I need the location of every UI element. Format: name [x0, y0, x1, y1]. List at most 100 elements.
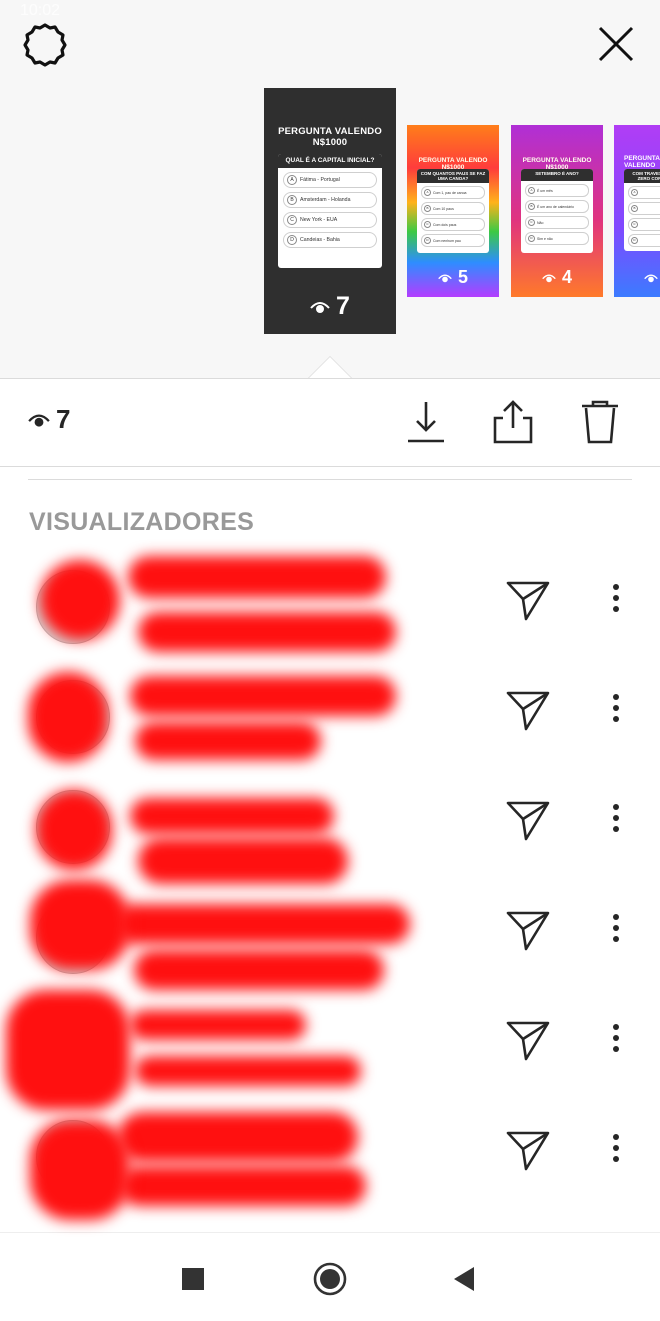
quiz-option: A Fátima - Portugal: [283, 172, 377, 188]
quiz-option: C: [628, 218, 660, 231]
selected-story-pointer: [308, 356, 352, 378]
more-vertical-icon: [613, 1046, 619, 1052]
recents-button[interactable]: [171, 1257, 215, 1301]
quiz-question: SETEMBRO É ANO?: [521, 169, 593, 181]
quiz-option: D Sim e não: [525, 232, 589, 245]
redaction-scribble: [40, 560, 120, 640]
send-message-button[interactable]: [505, 1130, 551, 1172]
send-message-button[interactable]: [505, 910, 551, 952]
more-vertical-icon: [613, 595, 619, 601]
quiz-option: C Não: [525, 216, 589, 229]
divider: [0, 466, 660, 467]
send-message-button[interactable]: [505, 690, 551, 732]
redaction-scribble: [130, 798, 334, 834]
more-vertical-icon: [613, 914, 619, 920]
more-vertical-icon: [613, 1134, 619, 1140]
redaction-scribble: [120, 1166, 366, 1206]
option-letter: A: [424, 189, 431, 196]
quiz-card: SETEMBRO É ANO? AÉ um mês BÉ um ano de c…: [521, 169, 593, 253]
option-letter: D: [528, 235, 535, 242]
option-text: Com 1, pau de canoa: [433, 190, 467, 195]
quiz-question: COM QUANTOS PAUS SE FAZ UMA CANOA?: [417, 169, 489, 183]
more-options-button[interactable]: [604, 798, 628, 838]
trash-icon: [582, 400, 618, 444]
option-letter: B: [287, 195, 297, 205]
home-button[interactable]: [308, 1257, 352, 1301]
story-thumbnail-selected[interactable]: PERGUNTA VALENDO N$1000 QUAL É A CAPITAL…: [264, 88, 396, 334]
send-message-button[interactable]: [505, 800, 551, 842]
more-vertical-icon: [613, 936, 619, 942]
send-icon: [506, 801, 550, 841]
more-options-button[interactable]: [604, 688, 628, 728]
quiz-option: A: [628, 186, 660, 199]
stories-strip: 10:02 PERGUNTA VALENDO N$1000 QUAL É A C…: [0, 0, 660, 379]
story-views: 5: [457, 267, 468, 287]
quiz-option: D Candeias - Bahia: [283, 232, 377, 248]
close-button[interactable]: [594, 22, 638, 66]
story-view-count: 4: [511, 267, 603, 288]
delete-button[interactable]: [578, 398, 622, 446]
quiz-option: AÉ um mês: [525, 184, 589, 197]
more-vertical-icon: [613, 804, 619, 810]
option-letter: B: [424, 205, 431, 212]
quiz-option: C New York - EUA: [283, 212, 377, 228]
option-text: Fátima - Portugal: [300, 177, 340, 183]
story-thumbnail[interactable]: PERGUNTA VALENDO N$1000 COM QUANTOS PAUS…: [407, 125, 499, 297]
redaction-scribble: [130, 676, 396, 716]
more-options-button[interactable]: [604, 1128, 628, 1168]
more-vertical-icon: [613, 584, 619, 590]
more-vertical-icon: [613, 1024, 619, 1030]
send-message-button[interactable]: [505, 580, 551, 622]
redaction-scribble: [30, 1120, 130, 1220]
eye-icon: [438, 274, 452, 283]
option-letter: B: [631, 205, 638, 212]
option-letter: D: [287, 235, 297, 245]
send-icon: [506, 911, 550, 951]
option-text: Candeias - Bahia: [300, 237, 340, 243]
redaction-scribble: [118, 1112, 358, 1162]
option-text: É um ano de calendário: [537, 204, 574, 209]
option-letter: A: [528, 187, 535, 194]
option-letter: D: [631, 237, 638, 244]
send-icon: [506, 1131, 550, 1171]
quiz-card: QUAL É A CAPITAL INICIAL? A Fátima - Port…: [278, 154, 382, 268]
redaction-scribble: [134, 950, 384, 990]
more-vertical-icon: [613, 925, 619, 931]
more-vertical-icon: [613, 1035, 619, 1041]
story-thumbnail[interactable]: PERGUNTA VALENDO COM TRAVESSA DE ZERO CO…: [614, 125, 660, 297]
option-text: New York - EUA: [300, 217, 338, 223]
quiz-option: D Com nenhum pau: [421, 234, 485, 247]
share-button[interactable]: [491, 398, 535, 446]
more-vertical-icon: [613, 1145, 619, 1151]
more-options-button[interactable]: [604, 578, 628, 618]
option-text: Amsterdam - Holanda: [300, 197, 351, 203]
option-letter: C: [287, 215, 297, 225]
story-thumbnail[interactable]: PERGUNTA VALENDO N$1000 SETEMBRO É ANO? …: [511, 125, 603, 297]
option-text: Não: [537, 220, 544, 225]
views-summary: 7: [28, 404, 70, 435]
quiz-question: QUAL É A CAPITAL INICIAL?: [278, 154, 382, 168]
send-message-button[interactable]: [505, 1020, 551, 1062]
quiz-option: B: [628, 202, 660, 215]
more-options-button[interactable]: [604, 908, 628, 948]
android-nav-bar: [0, 1232, 660, 1321]
download-button[interactable]: [404, 398, 448, 446]
option-text: É um mês: [537, 188, 553, 193]
settings-button[interactable]: [22, 22, 68, 68]
story-title: PERGUNTA VALENDO: [624, 155, 660, 169]
quiz-option: B Amsterdam - Holanda: [283, 192, 377, 208]
close-icon: [598, 26, 634, 62]
redaction-scribble: [138, 612, 396, 652]
story-views: 7: [336, 292, 350, 320]
option-text: Com 10 paus: [433, 206, 454, 211]
quiz-option: BÉ um ano de calendário: [525, 200, 589, 213]
redaction-scribble: [135, 722, 321, 760]
more-vertical-icon: [613, 606, 619, 612]
quiz-option: A Com 1, pau de canoa: [421, 186, 485, 199]
quiz-card: COM QUANTOS PAUS SE FAZ UMA CANOA? A Com …: [417, 169, 489, 253]
more-options-button[interactable]: [604, 1018, 628, 1058]
eye-icon: [28, 414, 50, 427]
quiz-question: COM TRAVESSA DE ZERO CORRE?: [624, 169, 660, 183]
back-button[interactable]: [442, 1257, 486, 1301]
story-title: PERGUNTA VALENDO N$1000: [278, 126, 382, 148]
